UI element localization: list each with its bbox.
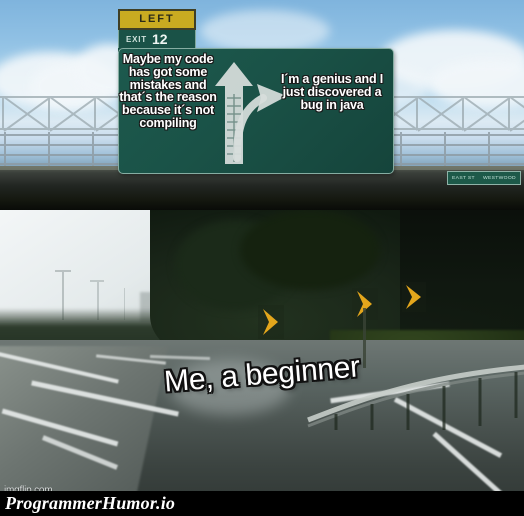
chevron-sign <box>258 305 284 339</box>
highway-exit-sign: LEFT EXIT 12 Maybe my code has got some … <box>118 9 394 174</box>
programmerhumor-watermark-text: ProgrammerHumor.io <box>5 493 176 513</box>
meme-image: EAST ST WESTWOOD LEFT EXIT 12 Maybe my c… <box>0 0 524 516</box>
sign-text-exit: I´m a genius and I just discovered a bug… <box>281 72 383 112</box>
programmerhumor-watermark-bar: ProgrammerHumor.io <box>0 491 524 516</box>
chevron-sign <box>402 282 426 312</box>
sign-left-tab-label: LEFT <box>139 13 175 25</box>
light-pole-arm <box>90 280 104 282</box>
roadside-sign-line-left: EAST ST <box>452 175 475 181</box>
roadside-sign-line-right: WESTWOOD <box>483 175 516 181</box>
light-pole-arm <box>55 270 71 272</box>
roadside-street-sign: EAST ST WESTWOOD <box>447 171 521 185</box>
sign-exit-word: EXIT <box>126 34 147 44</box>
bottom-panel-car-photo: Me, a beginner imgflip.com <box>0 210 524 516</box>
sign-exit-number: 12 <box>151 31 168 47</box>
top-panel-highway-sign: EAST ST WESTWOOD LEFT EXIT 12 Maybe my c… <box>0 0 524 210</box>
sign-exit-bar: EXIT 12 <box>118 30 196 48</box>
tree-blob <box>240 210 380 290</box>
sign-left-tab: LEFT <box>118 9 196 30</box>
sign-text-straight: Maybe my code has got some mistakes and … <box>119 52 217 130</box>
